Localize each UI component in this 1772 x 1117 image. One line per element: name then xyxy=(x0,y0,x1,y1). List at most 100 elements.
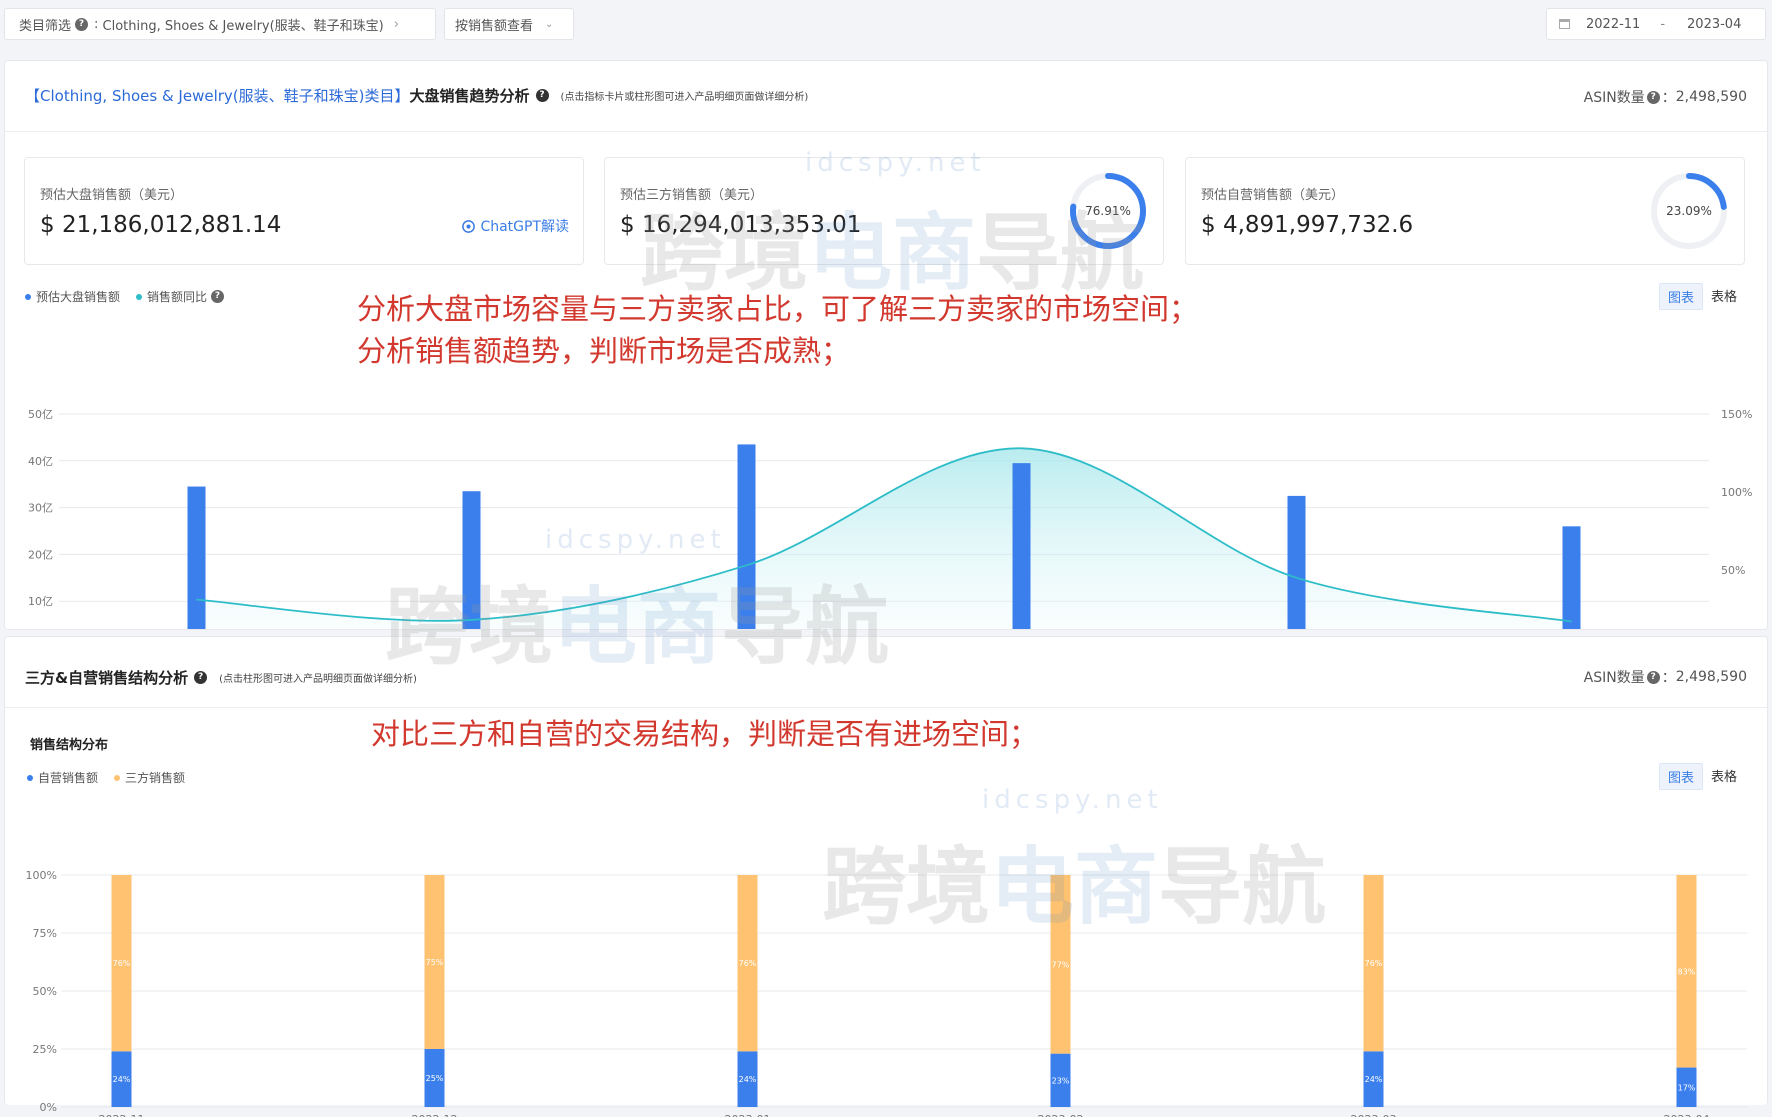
toggle-chart[interactable]: 图表 xyxy=(1658,763,1703,790)
first-party-label: 24% xyxy=(1365,1075,1383,1084)
sales-bar xyxy=(1287,495,1306,629)
x-tick-label: 2023-02 xyxy=(1038,1113,1084,1117)
y-tick-left: 50亿 xyxy=(28,408,53,421)
view-mode-value: 按销售额查看 xyxy=(455,18,534,34)
calendar-icon xyxy=(1559,19,1570,29)
x-tick-label: 2023-03 xyxy=(1351,1113,1397,1117)
chatgpt-icon xyxy=(462,219,476,233)
y-tick: 100% xyxy=(26,869,57,882)
structure-title-note: (点击柱形图可进入产品明细页面做详细分析) xyxy=(219,674,417,685)
card-value: $ 16,294,013,353.01 xyxy=(620,212,862,238)
sales-bar xyxy=(737,444,756,629)
card-label: 预估三方销售额（美元） xyxy=(620,188,764,203)
help-icon[interactable]: ? xyxy=(194,671,208,684)
trend-panel: 【Clothing, Shoes & Jewelry(服装、鞋子和珠宝)类目】 … xyxy=(4,60,1768,630)
y-tick: 0% xyxy=(40,1101,57,1114)
sales-bar xyxy=(187,486,206,629)
first-party-label: 24% xyxy=(113,1075,131,1084)
ratio-text: 76.91% xyxy=(1085,204,1131,218)
trend-title-main: 大盘销售趋势分析 xyxy=(409,87,530,105)
third-party-label: 76% xyxy=(113,959,131,968)
structure-legend: 自营销售额 三方销售额 xyxy=(27,769,185,786)
asin-sep: ： xyxy=(1661,670,1676,686)
structure-title-main: 三方&自营销售结构分析 xyxy=(25,669,189,687)
sales-bar xyxy=(1562,526,1581,629)
trend-asin-count: ASIN数量 ? ： 2,498,590 xyxy=(1584,87,1747,107)
x-tick-label: 2023-04 xyxy=(1664,1113,1710,1117)
trend-title-note: (点击指标卡片或柱形图可进入产品明细页面做详细分析) xyxy=(560,92,809,103)
y-tick: 25% xyxy=(33,1043,57,1056)
date-range-picker[interactable]: 2022-11 - 2023-04 xyxy=(1546,8,1766,40)
structure-chart: 0% 25% 50% 75% 100% 24% 76% 2022-11 25% 75% 2022-1… xyxy=(26,869,1747,1117)
help-icon[interactable]: ? xyxy=(535,89,549,102)
toggle-table[interactable]: 表格 xyxy=(1703,763,1745,790)
x-tick-label: 2022-12 xyxy=(412,1113,458,1117)
structure-annotation: 对比三方和自营的交易结构，判断是否有进场空间； xyxy=(371,717,1039,751)
y-tick: 75% xyxy=(33,927,57,940)
legend-item[interactable]: 自营销售额 xyxy=(38,769,98,786)
ratio-text: 23.09% xyxy=(1666,204,1712,218)
category-filter-colon: : xyxy=(94,16,103,32)
third-party-label: 77% xyxy=(1052,960,1070,969)
trend-panel-title: 【Clothing, Shoes & Jewelry(服装、鞋子和珠宝)类目】 … xyxy=(25,85,808,106)
x-tick-label: 2023-01 xyxy=(725,1113,771,1117)
card-label: 预估大盘销售额（美元） xyxy=(40,188,184,203)
structure-view-toggle: 图表 表格 xyxy=(1658,763,1745,790)
date-end[interactable]: 2023-04 xyxy=(1687,17,1741,32)
third-party-label: 75% xyxy=(426,958,444,967)
asin-sep: ： xyxy=(1661,90,1676,106)
card-value: $ 21,186,012,881.14 xyxy=(40,212,282,238)
filter-bar: 类目筛选 ? : Clothing, Shoes & Jewelry(服装、鞋子… xyxy=(0,0,1772,54)
third-party-label: 76% xyxy=(1365,959,1383,968)
date-start[interactable]: 2022-11 xyxy=(1586,17,1640,32)
legend-dot xyxy=(27,774,33,781)
trend-annotation: 分析大盘市场容量与三方卖家占比，可了解三方卖家的市场空间； 分析销售额趋势，判断… xyxy=(357,288,1198,372)
third-party-ratio-ring: 76.91% xyxy=(1070,173,1146,249)
card-value: $ 4,891,997,732.6 xyxy=(1201,212,1414,238)
annotation-line-1: 分析大盘市场容量与三方卖家占比，可了解三方卖家的市场空间； xyxy=(357,292,1199,326)
card-first-party-sales[interactable]: 预估自营销售额（美元） $ 4,891,997,732.6 23.09% xyxy=(1185,157,1745,265)
annotation-line-2: 分析销售额趋势，判断市场是否成熟； xyxy=(357,334,851,368)
y-tick-left: 30亿 xyxy=(28,502,53,515)
asin-label: ASIN数量 xyxy=(1583,670,1645,686)
view-mode-select[interactable]: 按销售额查看 ⌄ xyxy=(444,8,574,40)
legend-dot xyxy=(114,774,121,781)
first-party-label: 17% xyxy=(1678,1083,1696,1092)
third-party-label: 76% xyxy=(739,959,757,968)
third-party-label: 83% xyxy=(1678,967,1696,976)
y-tick-left: 20亿 xyxy=(28,548,53,561)
category-filter-label: 类目筛选 xyxy=(19,18,72,34)
chevron-right-icon: › xyxy=(393,16,399,32)
y-tick: 50% xyxy=(33,985,57,998)
help-icon[interactable]: ? xyxy=(75,17,89,31)
yoy-area xyxy=(196,448,1572,629)
trend-divider xyxy=(5,131,1767,132)
structure-asin-count: ASIN数量 ? ： 2,498,590 xyxy=(1584,667,1747,687)
card-label: 预估自营销售额（美元） xyxy=(1201,188,1345,203)
structure-panel-title: 三方&自营销售结构分析 ? (点击柱形图可进入产品明细页面做详细分析) xyxy=(25,667,417,688)
help-icon[interactable]: ? xyxy=(1646,670,1660,684)
first-party-label: 23% xyxy=(1052,1076,1070,1085)
y-tick-right: 150% xyxy=(1721,408,1752,421)
first-party-label: 24% xyxy=(739,1075,757,1084)
asin-value: 2,498,590 xyxy=(1675,89,1747,105)
card-total-sales[interactable]: 预估大盘销售额（美元） $ 21,186,012,881.14 ChatGPT解… xyxy=(24,157,584,265)
first-party-label: 25% xyxy=(426,1074,444,1083)
category-filter[interactable]: 类目筛选 ? : Clothing, Shoes & Jewelry(服装、鞋子… xyxy=(4,8,436,40)
chatgpt-label: ChatGPT解读 xyxy=(480,219,569,235)
date-separator: - xyxy=(1660,16,1666,32)
card-third-party-sales[interactable]: 预估三方销售额（美元） $ 16,294,013,353.01 76.91% xyxy=(604,157,1164,265)
y-tick-left: 10亿 xyxy=(28,595,53,608)
chatgpt-button[interactable]: ChatGPT解读 xyxy=(461,216,569,236)
y-tick-left: 40亿 xyxy=(28,455,53,468)
help-icon[interactable]: ? xyxy=(1646,90,1660,104)
y-tick-right: 50% xyxy=(1721,564,1745,577)
first-party-ratio-ring: 23.09% xyxy=(1651,173,1727,249)
legend-item[interactable]: 三方销售额 xyxy=(125,769,185,786)
structure-sub-label: 销售结构分布 xyxy=(30,738,109,753)
y-tick-right: 100% xyxy=(1721,486,1752,499)
sales-bar xyxy=(462,491,481,629)
asin-label: ASIN数量 xyxy=(1583,90,1645,106)
structure-panel: 三方&自营销售结构分析 ? (点击柱形图可进入产品明细页面做详细分析) ASIN… xyxy=(4,636,1768,1117)
sales-bar xyxy=(1012,463,1031,629)
